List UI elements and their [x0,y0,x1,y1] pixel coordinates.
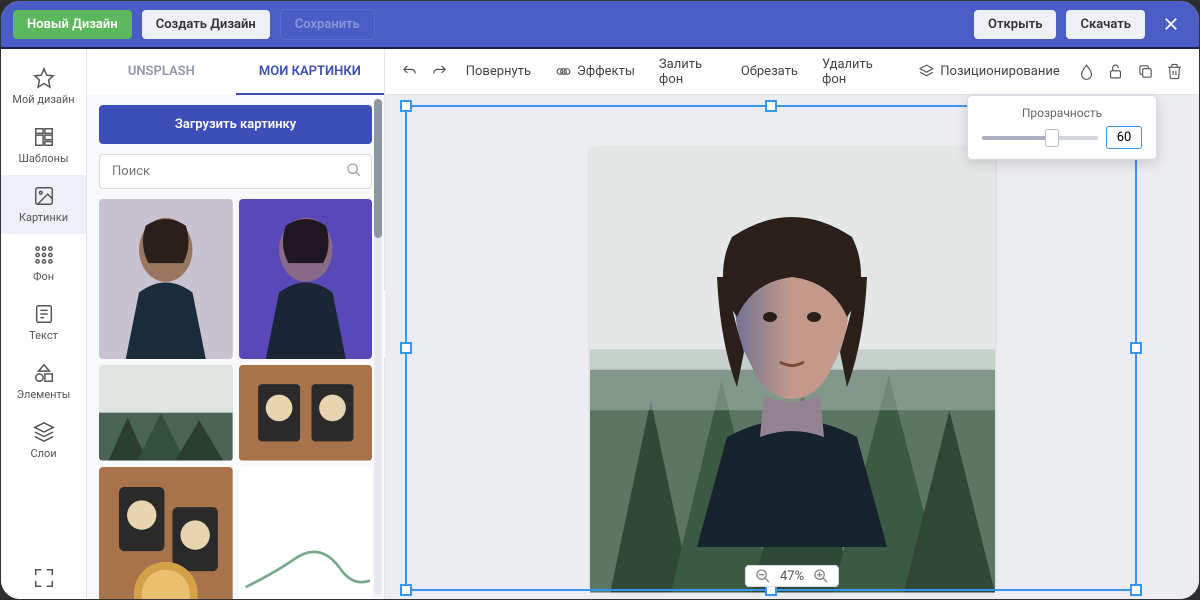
panel-scrollbar[interactable] [374,99,382,595]
rotate-button[interactable]: Повернуть [458,59,539,84]
image-icon [33,185,55,207]
rail-item-images[interactable]: Картинки [1,175,86,234]
rail-item-elements[interactable]: Элементы [1,352,86,411]
layers-icon [33,421,55,443]
zoom-in-button[interactable] [810,568,832,584]
canvas-viewport[interactable]: 47% [385,95,1199,599]
fullscreen-icon [33,567,55,589]
image-thumbnail[interactable] [239,365,373,460]
duplicate-button[interactable] [1134,59,1155,85]
rail-item-layers[interactable]: Слои [1,411,86,470]
save-button[interactable]: Сохранить [280,9,375,40]
effects-button[interactable]: Эффекты [547,58,643,85]
create-design-button[interactable]: Создать Дизайн [142,10,270,39]
image-thumbnail[interactable] [99,467,233,599]
rail-item-templates[interactable]: Шаблоны [1,116,86,175]
zoom-control: 47% [745,565,839,587]
image-grid [99,199,372,599]
crop-button[interactable]: Обрезать [733,59,806,84]
rail-item-text[interactable]: Текст [1,293,86,352]
templates-icon [33,126,55,148]
side-panel: UNSPLASH МОИ КАРТИНКИ Загрузить картинку [87,49,385,599]
layers-icon [918,63,935,80]
upload-image-button[interactable]: Загрузить картинку [99,105,372,144]
opacity-input[interactable] [1106,126,1142,149]
app-root: Новый Дизайн Создать Дизайн Сохранить От… [0,0,1200,600]
resize-handle[interactable] [400,584,412,596]
panel-tabs: UNSPLASH МОИ КАРТИНКИ [87,49,384,95]
zoom-value: 47% [780,569,804,584]
opacity-button[interactable] [1076,59,1097,85]
close-icon[interactable] [1155,8,1187,40]
open-button[interactable]: Открыть [974,10,1056,39]
search-icon [346,162,362,182]
rail-item-my-design[interactable]: Мой дизайн [1,57,86,116]
context-toolbar: Повернуть Эффекты Залить фон Обрезать Уд… [385,49,1199,95]
resize-handle[interactable] [765,100,777,112]
shapes-icon [33,362,55,384]
top-bar: Новый Дизайн Создать Дизайн Сохранить От… [1,1,1199,49]
resize-handle[interactable] [1130,342,1142,354]
opacity-popover: Прозрачность [967,95,1157,160]
opacity-slider[interactable] [982,136,1098,140]
tab-my-images[interactable]: МОИ КАРТИНКИ [236,49,385,95]
download-button[interactable]: Скачать [1066,10,1145,39]
resize-handle[interactable] [400,342,412,354]
text-icon [33,303,55,325]
remove-background-button[interactable]: Удалить фон [814,52,894,92]
rail-item-background[interactable]: Фон [1,234,86,293]
image-thumbnail[interactable] [99,199,233,359]
effects-icon [555,63,572,80]
grid-icon [33,244,55,266]
search-input[interactable] [99,154,372,189]
new-design-button[interactable]: Новый Дизайн [13,10,132,39]
delete-button[interactable] [1164,59,1185,85]
canvas-area: Повернуть Эффекты Залить фон Обрезать Уд… [385,49,1199,599]
fill-background-button[interactable]: Залить фон [651,52,725,92]
left-rail: Мой дизайн Шаблоны Картинки Фон Текст Эл… [1,49,87,599]
image-thumbnail[interactable] [239,199,373,359]
lock-button[interactable] [1105,59,1126,85]
main-area: Мой дизайн Шаблоны Картинки Фон Текст Эл… [1,49,1199,599]
person-image-layer[interactable] [632,177,952,547]
redo-button[interactable] [428,59,449,85]
opacity-label: Прозрачность [982,106,1142,120]
star-icon [33,67,55,89]
rail-item-fullscreen[interactable] [1,557,86,599]
image-thumbnail[interactable] [99,365,233,460]
undo-button[interactable] [399,59,420,85]
tab-unsplash[interactable]: UNSPLASH [87,49,236,95]
zoom-out-button[interactable] [752,568,774,584]
positioning-button[interactable]: Позиционирование [910,58,1068,85]
panel-body: Загрузить картинку [87,95,384,599]
design-canvas[interactable] [590,147,995,587]
resize-handle[interactable] [400,100,412,112]
image-thumbnail[interactable] [239,467,373,599]
resize-handle[interactable] [1130,584,1142,596]
